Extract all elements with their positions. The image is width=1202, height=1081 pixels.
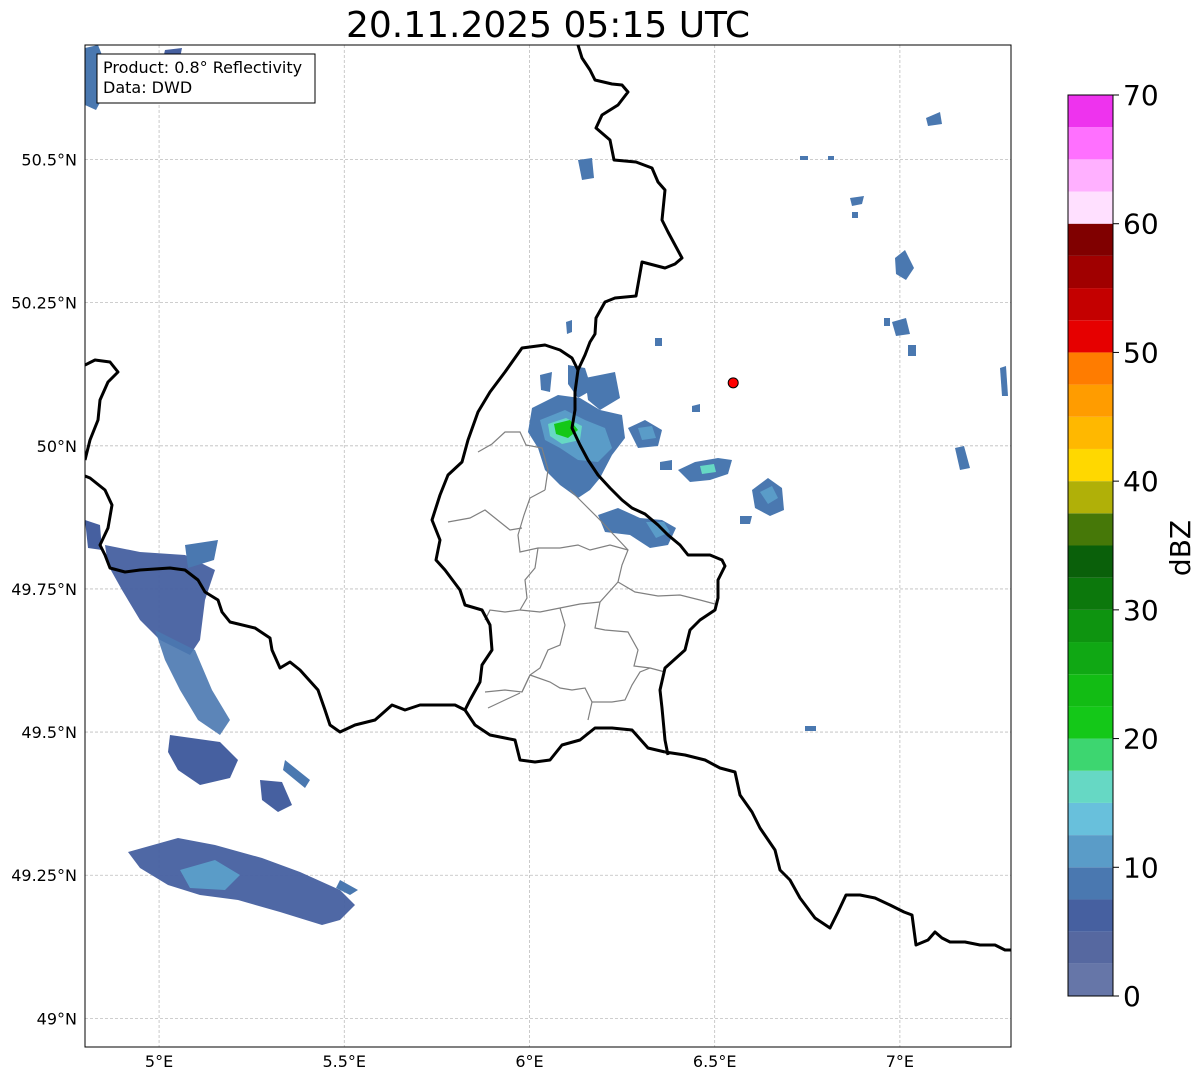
y-tick-label: 49.5°N bbox=[21, 723, 77, 742]
colorbar-bin bbox=[1068, 159, 1113, 192]
colorbar-tick-label: 50 bbox=[1123, 336, 1159, 369]
colorbar-bin bbox=[1068, 931, 1113, 964]
colorbar-bin bbox=[1068, 191, 1113, 224]
colorbar-bin bbox=[1068, 416, 1113, 449]
location-marker[interactable] bbox=[727, 377, 739, 389]
y-tick-label: 50°N bbox=[37, 437, 77, 456]
colorbar-bin bbox=[1068, 223, 1113, 256]
colorbar-tick-label: 0 bbox=[1123, 980, 1141, 1013]
colorbar-bin bbox=[1068, 288, 1113, 321]
info-box: Product: 0.8° Reflectivity Data: DWD bbox=[96, 53, 316, 104]
colorbar-bin bbox=[1068, 127, 1113, 160]
echo-cell bbox=[852, 212, 858, 218]
echo-cell bbox=[908, 345, 916, 356]
colorbar-tick-label: 40 bbox=[1123, 465, 1159, 498]
colorbar-bin bbox=[1068, 609, 1113, 643]
echo-cell bbox=[828, 156, 834, 160]
colorbar-tick-label: 20 bbox=[1123, 723, 1159, 756]
colorbar-bins bbox=[1068, 95, 1113, 996]
y-tick-label: 49.75°N bbox=[11, 580, 77, 599]
colorbar-bin bbox=[1068, 95, 1113, 128]
colorbar-bin bbox=[1068, 384, 1113, 417]
colorbar-bin bbox=[1068, 770, 1113, 803]
colorbar-bin bbox=[1068, 738, 1113, 771]
colorbar-label: dBZ bbox=[1164, 520, 1197, 576]
colorbar-bin bbox=[1068, 255, 1113, 289]
echo-cell bbox=[800, 156, 808, 160]
echo-cell bbox=[805, 726, 816, 731]
colorbar-bin bbox=[1068, 352, 1113, 385]
y-axis-ticks: 50.5°N 50.25°N 50°N 49.75°N 49.5°N 49.25°N 49°… bbox=[11, 151, 77, 1029]
echo-cell bbox=[540, 372, 552, 392]
echo-cell bbox=[740, 516, 752, 524]
colorbar-bin bbox=[1068, 674, 1113, 707]
x-tick-label: 7°E bbox=[886, 1052, 914, 1071]
y-tick-label: 50.25°N bbox=[11, 294, 77, 313]
colorbar-bin bbox=[1068, 835, 1113, 868]
colorbar-bin bbox=[1068, 899, 1113, 932]
echo-cell bbox=[655, 338, 662, 346]
echo-cell bbox=[566, 320, 572, 334]
colorbar-bin bbox=[1068, 320, 1113, 353]
y-tick-label: 49.25°N bbox=[11, 866, 77, 885]
colorbar-tick-label: 60 bbox=[1123, 208, 1159, 241]
colorbar-tick-label: 10 bbox=[1123, 851, 1159, 884]
x-tick-label: 5°E bbox=[145, 1052, 173, 1071]
echo-cell bbox=[884, 318, 890, 326]
colorbar-tick-label: 30 bbox=[1123, 594, 1159, 627]
colorbar-bin bbox=[1068, 963, 1113, 996]
y-tick-label: 50.5°N bbox=[21, 151, 77, 170]
x-axis-ticks: 5°E 5.5°E 6°E 6.5°E 7°E bbox=[145, 1052, 914, 1071]
colorbar-bin bbox=[1068, 545, 1113, 578]
colorbar-tick-label: 70 bbox=[1123, 79, 1159, 112]
colorbar-bin bbox=[1068, 513, 1113, 546]
colorbar-ticks: 0 10 20 30 40 50 60 70 bbox=[1113, 79, 1159, 1013]
x-tick-label: 5.5°E bbox=[322, 1052, 366, 1071]
colorbar-bin bbox=[1068, 481, 1113, 514]
x-tick-label: 6.5°E bbox=[693, 1052, 737, 1071]
colorbar-bin bbox=[1068, 867, 1113, 900]
colorbar-bin bbox=[1068, 642, 1113, 675]
y-tick-label: 49°N bbox=[37, 1009, 77, 1028]
x-tick-label: 6°E bbox=[515, 1052, 543, 1071]
info-source: Data: DWD bbox=[103, 78, 192, 97]
colorbar-bin bbox=[1068, 577, 1113, 610]
info-product: Product: 0.8° Reflectivity bbox=[103, 58, 302, 77]
colorbar-bin bbox=[1068, 448, 1113, 482]
colorbar: 0 10 20 30 40 50 60 70 dBZ bbox=[1067, 79, 1197, 1013]
radar-map-figure: 5°E 5.5°E 6°E 6.5°E 7°E 50.5°N 50.25°N 50°N 49.… bbox=[11, 44, 1197, 1071]
colorbar-bin bbox=[1068, 802, 1113, 836]
colorbar-bin bbox=[1068, 706, 1113, 739]
